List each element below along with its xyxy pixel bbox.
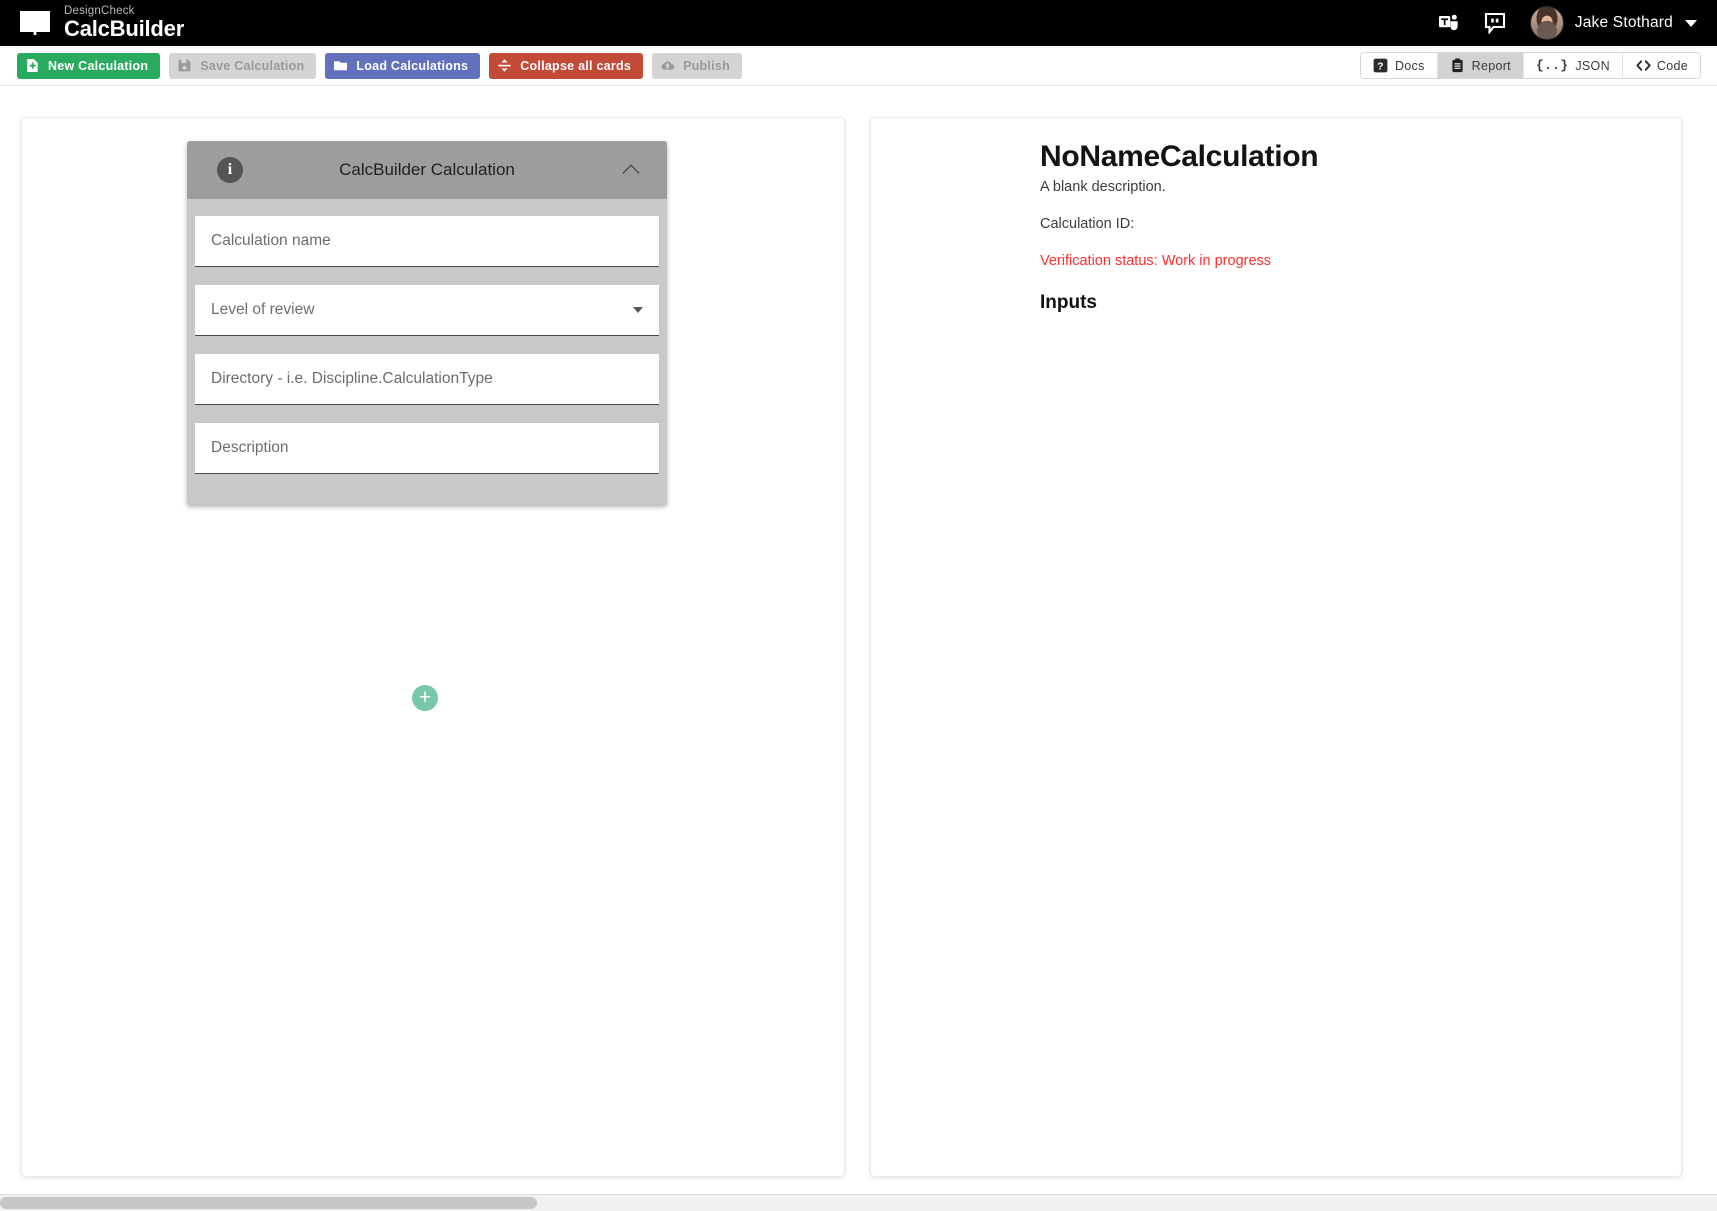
load-calculations-label: Load Calculations: [356, 58, 469, 73]
tab-code-label: Code: [1656, 58, 1688, 73]
new-file-plus-icon: [25, 58, 40, 73]
toolbar-right-group: ? Docs Report {..} JSON Code: [1359, 52, 1717, 79]
card-header: i CalcBuilder Calculation: [187, 141, 667, 199]
calculation-builder-panel: i CalcBuilder Calculation Calculation na…: [21, 117, 845, 1177]
save-calculation-button[interactable]: Save Calculation: [169, 52, 317, 79]
tab-json-label: JSON: [1575, 58, 1610, 73]
field-description-wrap: Description: [195, 414, 659, 483]
feedback-quote-icon[interactable]: [1472, 0, 1518, 46]
save-calculation-label: Save Calculation: [200, 58, 305, 73]
top-app-bar: DesignCheck CalcBuilder Jake Stothard: [0, 0, 1717, 46]
inputs-heading: Inputs: [1040, 291, 1097, 313]
tab-report-label: Report: [1471, 58, 1511, 73]
tab-report[interactable]: Report: [1437, 53, 1524, 78]
card-title: CalcBuilder Calculation: [339, 160, 515, 179]
toolbar-left-group: New Calculation Save Calculation Load Ca…: [0, 52, 742, 79]
tab-code[interactable]: Code: [1622, 53, 1700, 78]
directory-placeholder: Directory - i.e. Discipline.CalculationT…: [211, 370, 493, 387]
user-name[interactable]: Jake Stothard: [1575, 14, 1673, 32]
field-directory-wrap: Directory - i.e. Discipline.CalculationT…: [195, 345, 659, 414]
report-title: NoNameCalculation: [1040, 140, 1319, 173]
chevron-down-icon[interactable]: [1685, 19, 1697, 27]
horizontal-scrollbar-thumb[interactable]: [0, 1197, 537, 1209]
field-level-of-review-wrap: Level of review: [195, 276, 659, 345]
description-input[interactable]: Description: [195, 423, 659, 474]
calculation-name-placeholder: Calculation name: [211, 232, 331, 249]
folder-icon: [333, 58, 348, 73]
report-document: NoNameCalculation A blank description. C…: [1040, 140, 1657, 314]
question-mark-icon: ?: [1373, 58, 1388, 73]
horizontal-scrollbar[interactable]: [0, 1194, 1717, 1211]
publish-label: Publish: [683, 58, 730, 73]
description-placeholder: Description: [211, 439, 289, 456]
level-of-review-select[interactable]: Level of review: [195, 285, 659, 336]
braces-icon: {..}: [1535, 58, 1569, 73]
directory-input[interactable]: Directory - i.e. Discipline.CalculationT…: [195, 354, 659, 405]
workspace: i CalcBuilder Calculation Calculation na…: [0, 87, 1717, 1211]
new-calculation-label: New Calculation: [48, 58, 149, 73]
brand-title: CalcBuilder: [64, 16, 185, 42]
calculation-id: Calculation ID:: [1040, 215, 1135, 232]
card-body: Calculation name Level of review Directo…: [187, 199, 667, 505]
info-icon[interactable]: i: [217, 157, 243, 183]
collapse-all-cards-label: Collapse all cards: [520, 58, 632, 73]
microsoft-teams-icon[interactable]: [1426, 0, 1472, 46]
add-card-button[interactable]: +: [412, 685, 438, 711]
topbar-right-group: Jake Stothard: [1426, 0, 1717, 46]
clipboard-report-icon: [1450, 58, 1465, 73]
main-toolbar: New Calculation Save Calculation Load Ca…: [0, 46, 1717, 86]
calculation-name-input[interactable]: Calculation name: [195, 216, 659, 267]
brand-logo[interactable]: DesignCheck CalcBuilder: [0, 5, 185, 42]
verification-status: Verification status: Work in progress: [1040, 252, 1272, 269]
view-mode-segmented-control: ? Docs Report {..} JSON Code: [1359, 52, 1701, 79]
collapse-arrows-icon: [497, 58, 512, 73]
tab-docs-label: Docs: [1394, 58, 1425, 73]
angle-brackets-icon: [1635, 58, 1651, 73]
calcbuilder-calculation-card: i CalcBuilder Calculation Calculation na…: [187, 141, 667, 505]
collapse-all-cards-button[interactable]: Collapse all cards: [489, 52, 644, 79]
tab-docs[interactable]: ? Docs: [1360, 53, 1438, 78]
cloud-upload-icon: [660, 58, 675, 73]
floppy-disk-save-icon: [177, 58, 192, 73]
new-calculation-button[interactable]: New Calculation: [17, 52, 161, 79]
load-calculations-button[interactable]: Load Calculations: [325, 52, 481, 79]
tab-json[interactable]: {..} JSON: [1523, 53, 1623, 78]
publish-button[interactable]: Publish: [652, 52, 742, 79]
report-preview-panel: NoNameCalculation A blank description. C…: [870, 117, 1682, 1177]
report-description: A blank description.: [1040, 178, 1166, 195]
open-book-icon: [18, 8, 52, 38]
svg-text:?: ?: [1377, 60, 1384, 72]
level-of-review-placeholder: Level of review: [211, 301, 315, 318]
chevron-down-icon: [633, 307, 643, 313]
chevron-up-icon[interactable]: [623, 161, 641, 179]
avatar[interactable]: [1529, 6, 1564, 40]
field-calculation-name-wrap: Calculation name: [195, 207, 659, 276]
